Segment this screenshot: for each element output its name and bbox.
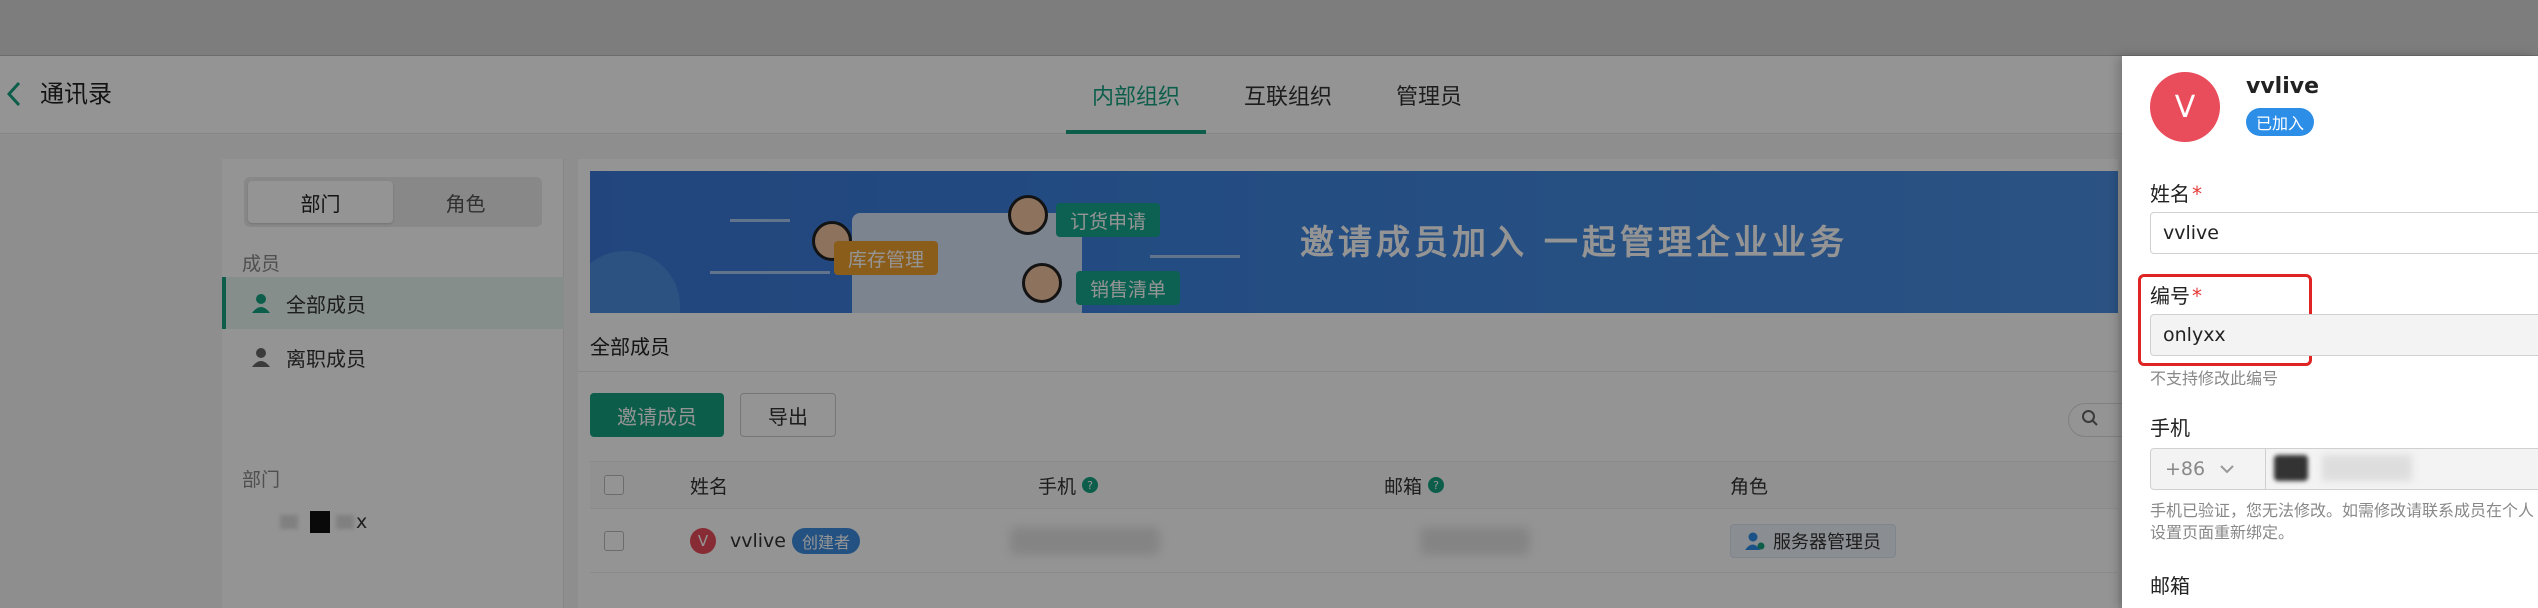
redacted-phone <box>2274 455 2308 481</box>
status-badge: 已加入 <box>2246 108 2315 136</box>
avatar: V <box>2150 72 2220 142</box>
name-field[interactable]: vvlive <box>2150 212 2538 254</box>
country-code-value: +86 <box>2165 458 2206 480</box>
code-field: onlyxx <box>2150 314 2538 356</box>
email-field-label: 邮箱 <box>2150 574 2190 598</box>
phone-field-label: 手机 <box>2150 416 2190 440</box>
phone-field-hint: 手机已验证，您无法修改。如需修改请联系成员在个人设置页面重新绑定。 <box>2150 501 2535 542</box>
window-top-strip <box>0 0 2538 56</box>
phone-field <box>2266 448 2538 490</box>
name-field-label: 姓名 * <box>2150 182 2202 206</box>
code-field-value: onlyxx <box>2163 324 2226 346</box>
modal-overlay[interactable] <box>0 56 2122 608</box>
name-field-value: vvlive <box>2163 222 2219 244</box>
chevron-down-icon <box>2219 464 2235 474</box>
member-name: vvlive <box>2246 74 2320 99</box>
member-detail-drawer: V vvlive 已加入 姓名 * vvlive 编号 * onlyxx 不支持修改… <box>2122 56 2538 608</box>
code-field-hint: 不支持修改此编号 <box>2150 369 2279 388</box>
country-code-select: +86 <box>2150 448 2266 490</box>
redacted-phone <box>2322 455 2412 481</box>
code-field-label: 编号 * <box>2150 284 2202 308</box>
